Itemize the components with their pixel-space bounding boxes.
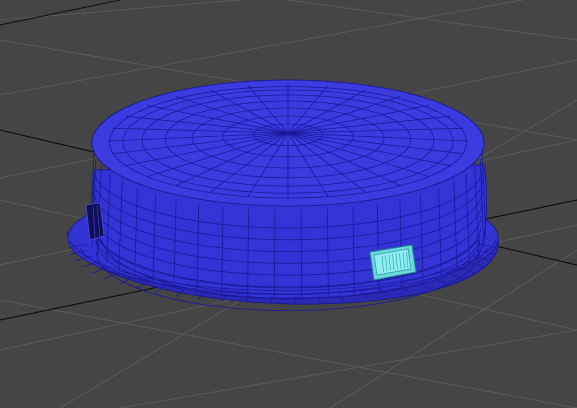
round-cushion-mesh[interactable] (67, 79, 499, 311)
viewport-canvas[interactable] (0, 0, 577, 408)
3d-viewport[interactable] (0, 0, 577, 408)
